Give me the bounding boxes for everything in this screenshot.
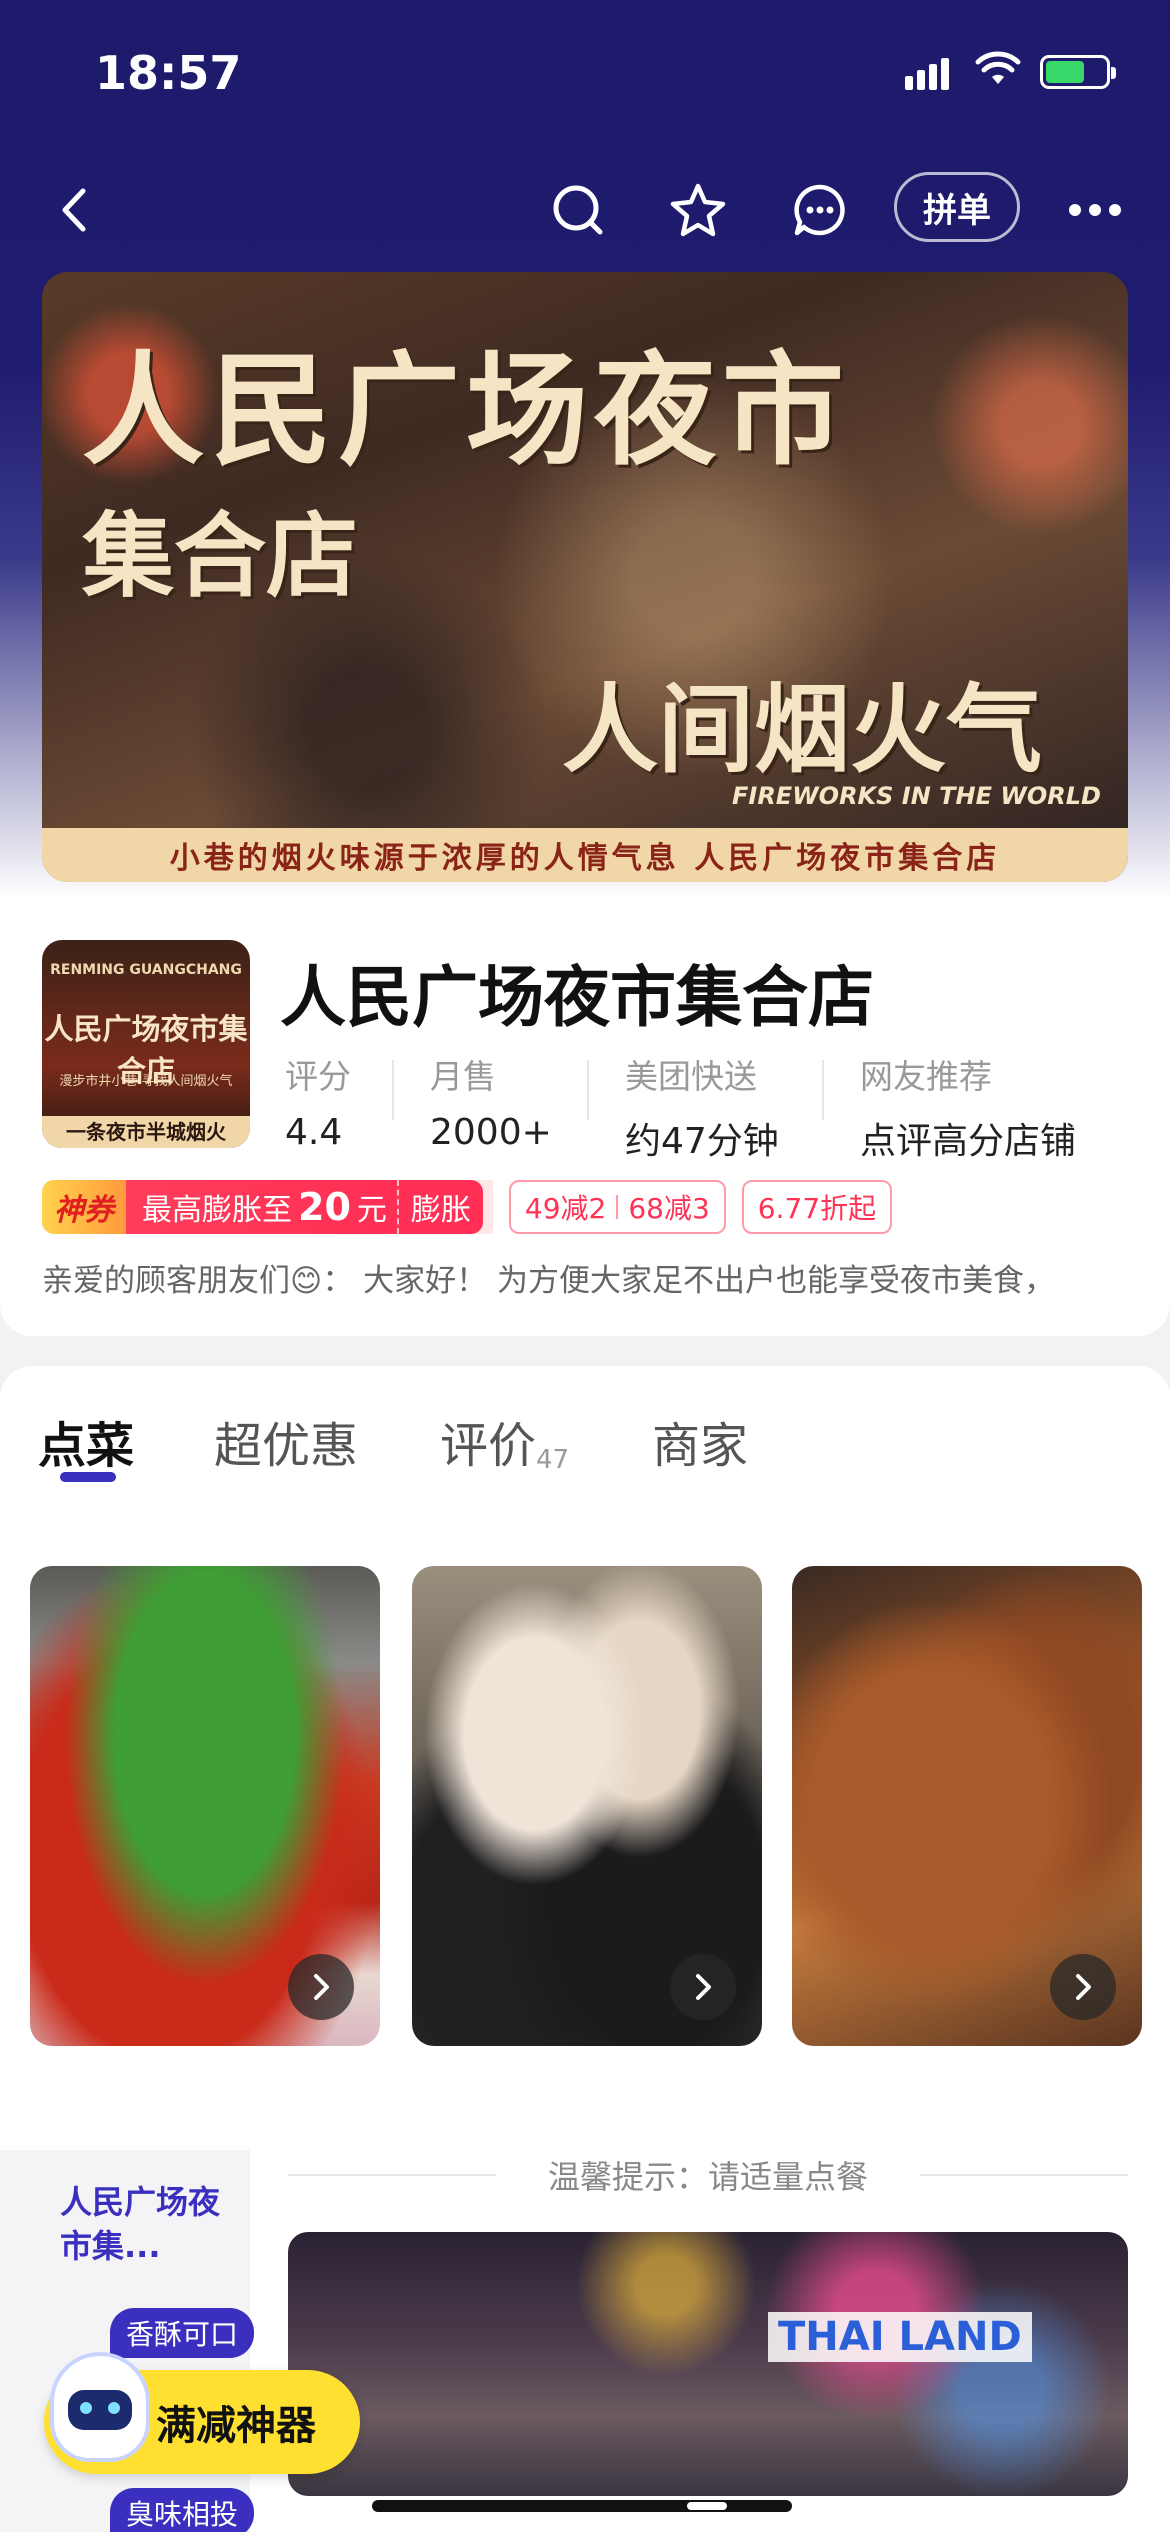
robot-mascot-icon [50, 2352, 150, 2462]
more-icon[interactable] [1065, 180, 1125, 240]
status-bar: 18:57 [0, 0, 1170, 150]
order-hint: 温馨提示：请适量点餐 [548, 2158, 869, 2196]
stat-label: 评分 [285, 1057, 351, 1096]
chevron-right-icon[interactable] [670, 1954, 736, 2020]
divider [822, 1060, 824, 1120]
tab-merchant[interactable]: 商家 [652, 1406, 748, 1476]
stat-label: 月售 [430, 1057, 496, 1096]
logo-bottom-text: 一条夜市半城烟火 [42, 1116, 250, 1148]
discount-rate-tag[interactable]: 6.77折起 [741, 1180, 893, 1234]
banner-slogan: 人间烟火气 [562, 673, 1042, 786]
store-photo[interactable]: THAI LAND [288, 2232, 1128, 2496]
tab-order[interactable]: 点菜 [38, 1406, 134, 1476]
logo-top-text: RENMING GUANGCHANG [50, 962, 242, 978]
super-coupon[interactable]: 神券 最高膨胀至 20 元 膨胀 [42, 1180, 493, 1234]
shop-name: 人民广场夜市集合店 [280, 959, 874, 1036]
hint-row: 温馨提示：请适量点餐 [288, 2150, 1129, 2200]
battery-icon [1040, 55, 1116, 89]
shop-logo: RENMING GUANGCHANG 人民广场夜市集合店 漫步市井小巷 寻找人间… [42, 940, 250, 1148]
featured-dish-card[interactable] [792, 1566, 1142, 2046]
store-sign: THAI LAND [768, 2312, 1032, 2362]
coupon-amount: 20 [298, 1185, 351, 1229]
shop-banner[interactable]: 人民广场夜市 集合店 人间烟火气 FIREWORKS IN THE WORLD … [42, 272, 1128, 882]
sidebar-tag[interactable]: 香酥可口 [110, 2308, 255, 2358]
stat-label: 美团快送 [625, 1057, 757, 1096]
divider [587, 1060, 589, 1120]
banner-strip: 小巷的烟火味源于浓厚的人情气息 人民广场夜市集合店 [42, 828, 1128, 882]
promo-label: 满减神器 [156, 2403, 316, 2449]
message-icon[interactable] [790, 180, 850, 240]
search-icon[interactable] [548, 180, 608, 240]
status-time: 18:57 [95, 46, 242, 100]
divider [392, 1060, 394, 1120]
stat-value: 约47分钟 [625, 1121, 779, 1162]
discount-tag[interactable]: 49减2 68减3 [508, 1180, 726, 1234]
tab-label: 超优惠 [214, 1418, 359, 1474]
tab-deals[interactable]: 超优惠 [214, 1406, 358, 1476]
wifi-icon [975, 51, 1021, 84]
coupon-main: 最高膨胀至 20 元 [126, 1180, 397, 1234]
stat-recommendation: 网友推荐 点评高分店铺 [860, 1050, 1076, 1164]
logo-small-text: 漫步市井小巷 寻找人间烟火气 [59, 1074, 233, 1089]
nav-bar: 拼单 [0, 160, 1170, 260]
tab-indicator [60, 1472, 116, 1482]
stat-label: 网友推荐 [860, 1057, 992, 1096]
tab-label: 点菜 [38, 1418, 135, 1474]
discount-tool-button[interactable]: 满减神器 [44, 2352, 360, 2474]
stat-value: 2000+ [430, 1112, 552, 1153]
banner-english: FIREWORKS IN THE WORLD [732, 782, 1101, 810]
featured-dish-card[interactable] [412, 1566, 762, 2046]
sidebar-item-shop[interactable]: 人民广场夜市集... [60, 2180, 220, 2268]
chevron-right-icon[interactable] [288, 1954, 354, 2020]
coupon-badge: 神券 [42, 1180, 126, 1234]
stat-value: 4.4 [285, 1112, 343, 1153]
banner-subtitle: 集合店 [82, 502, 359, 610]
group-order-button[interactable]: 拼单 [894, 172, 1020, 242]
stat-rating: 评分 4.4 [285, 1050, 351, 1153]
favorite-star-icon[interactable] [668, 180, 728, 240]
shop-info-card: RENMING GUANGCHANG 人民广场夜市集合店 漫步市井小巷 寻找人间… [0, 900, 1170, 1336]
sidebar-tag[interactable]: 臭味相投 [110, 2488, 255, 2532]
back-icon[interactable] [45, 180, 105, 240]
featured-dish-card[interactable] [30, 1566, 380, 2046]
signal-icon [905, 58, 953, 90]
stat-value: 点评高分店铺 [860, 1121, 1077, 1162]
coupon-expand-button[interactable]: 膨胀 [396, 1180, 483, 1234]
coupon-prefix: 最高膨胀至 [142, 1193, 292, 1228]
chevron-right-icon[interactable] [1050, 1954, 1116, 2020]
coupon-row: 神券 最高膨胀至 20 元 膨胀 49减2 68减3 6.77折起 [42, 1180, 893, 1234]
stat-delivery-time: 美团快送 约47分钟 [625, 1050, 779, 1164]
tab-reviews[interactable]: 评价47 [440, 1406, 569, 1476]
shop-notice[interactable]: 亲爱的顾客朋友们😊： 大家好！ 为方便大家足不出户也能享受夜市美食， [42, 1255, 1132, 1300]
coupon-unit: 元 [356, 1193, 387, 1228]
discount-b: 68减3 [628, 1192, 710, 1225]
tab-label: 商家 [652, 1418, 749, 1474]
stat-monthly-sales: 月售 2000+ [430, 1050, 552, 1153]
review-count: 47 [536, 1445, 570, 1475]
banner-title: 人民广场夜市 [82, 338, 850, 482]
home-indicator [372, 2500, 792, 2512]
discount-a: 49减2 [524, 1192, 607, 1225]
tab-label: 评价 [440, 1418, 537, 1474]
